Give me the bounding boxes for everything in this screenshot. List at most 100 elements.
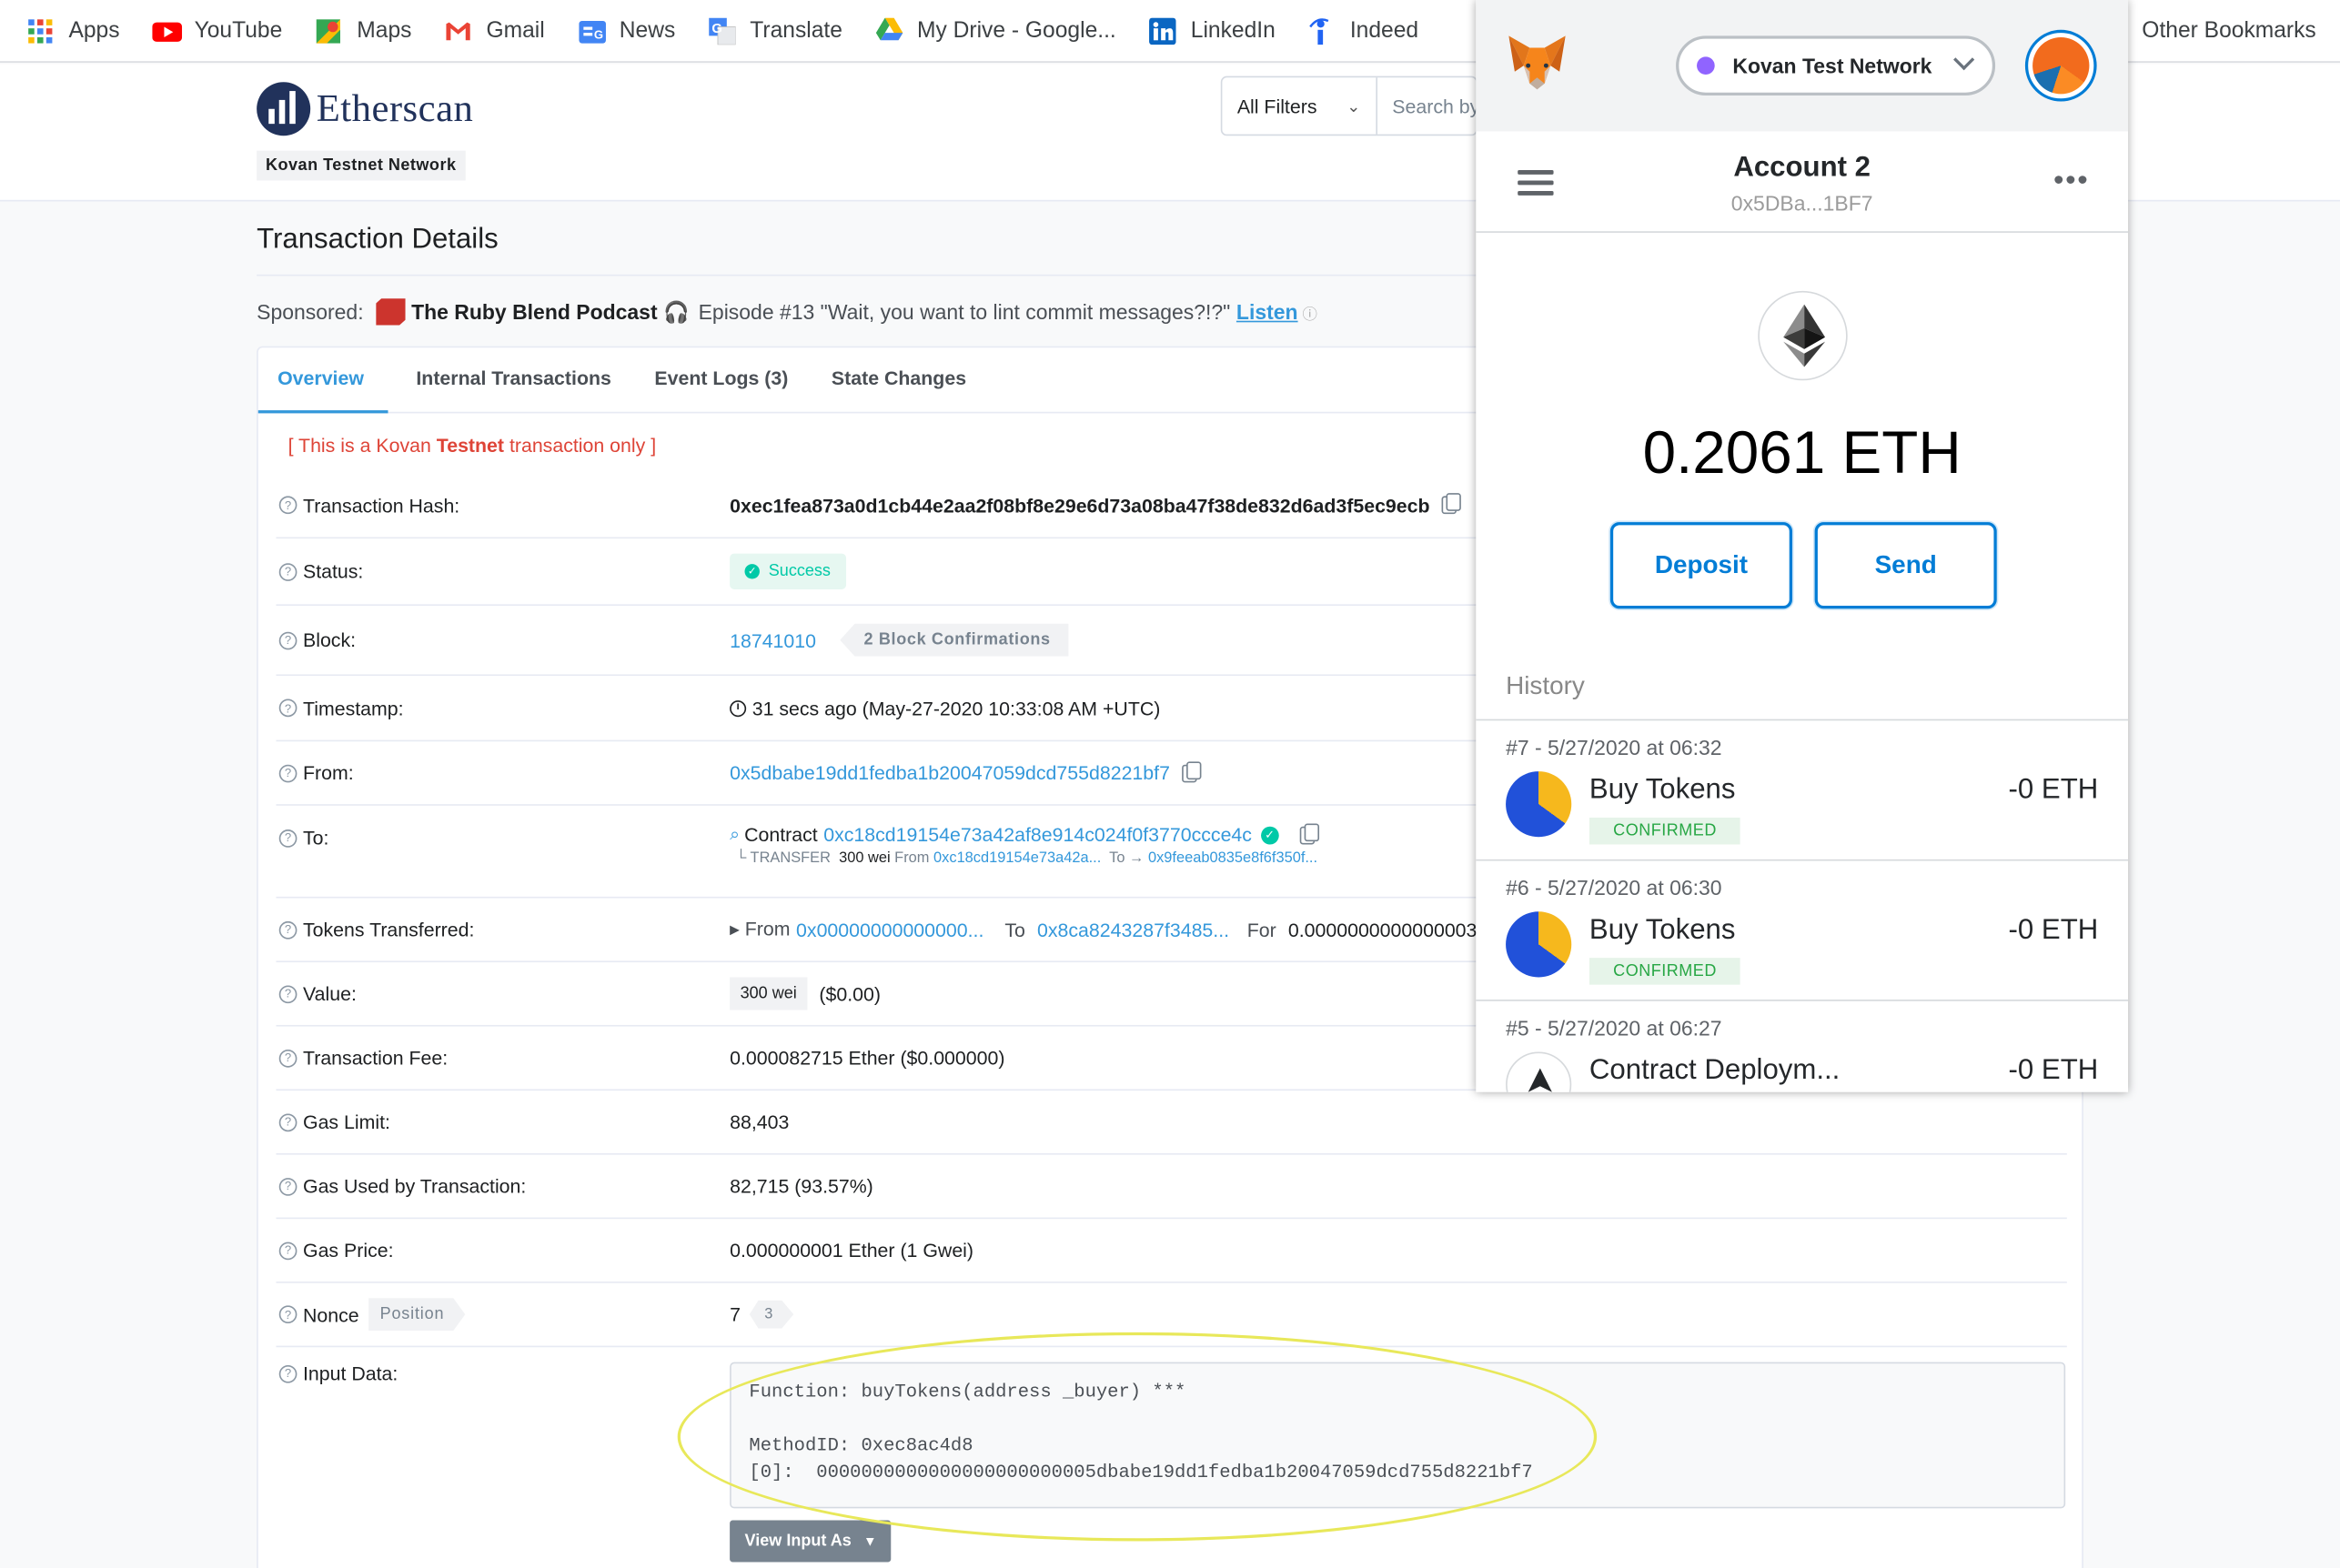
transfer-from-link[interactable]: 0xc18cd19154e73a42a... xyxy=(933,850,1101,867)
input-data-textarea[interactable]: Function: buyTokens(address _buyer) *** … xyxy=(730,1362,2066,1509)
tokens-to-label: To xyxy=(1004,918,1025,941)
help-icon[interactable]: ? xyxy=(278,562,298,581)
help-icon[interactable]: ? xyxy=(278,496,298,515)
history-item[interactable]: #6 - 5/27/2020 at 06:30 Buy Tokens CONFI… xyxy=(1476,860,2129,1001)
tx-title: Contract Deploym... xyxy=(1589,1054,1841,1087)
token-icon xyxy=(1506,771,1572,838)
tab-overview[interactable]: Overview xyxy=(257,347,388,414)
page-title: Transaction Details xyxy=(257,224,499,256)
from-address-link[interactable]: 0x5dbabe19dd1fedba1b20047059dcd755d8221b… xyxy=(730,761,1170,784)
drive-icon xyxy=(875,16,903,45)
help-icon[interactable]: ? xyxy=(278,763,298,782)
tx-title: Buy Tokens xyxy=(1589,774,1736,806)
bookmark-gmail[interactable]: Gmail xyxy=(445,17,545,45)
tokens-for-label: For xyxy=(1246,918,1276,941)
account-name[interactable]: Account 2 xyxy=(1476,152,2128,185)
metamask-popup: Kovan Test Network Account 2 0x5DBa...1B… xyxy=(1476,0,2129,1092)
send-button[interactable]: Send xyxy=(1814,522,1997,609)
tokens-from-label: ▸ From xyxy=(730,917,791,940)
help-icon[interactable]: ? xyxy=(278,829,298,847)
network-selector[interactable]: Kovan Test Network xyxy=(1676,35,1996,95)
copy-icon[interactable] xyxy=(1182,760,1202,782)
deposit-button[interactable]: Deposit xyxy=(1609,522,1793,609)
bookmark-label: Apps xyxy=(68,17,120,44)
bookmark-drive[interactable]: My Drive - Google... xyxy=(875,16,1116,45)
tx-amount: -0 ETH xyxy=(2008,914,2099,947)
account-avatar[interactable] xyxy=(2024,29,2097,102)
sponsor-text: Episode #13 "Wait, you want to lint comm… xyxy=(698,299,1231,324)
help-icon[interactable]: ? xyxy=(278,920,298,939)
row-label: Transaction Hash: xyxy=(302,493,460,517)
token-icon xyxy=(1506,911,1572,978)
to-prefix: Contract xyxy=(744,823,818,847)
search-input[interactable]: Search by xyxy=(1377,95,1476,117)
tab-internal-transactions[interactable]: Internal Transactions xyxy=(388,347,635,413)
history-item[interactable]: #7 - 5/27/2020 at 06:32 Buy Tokens CONFI… xyxy=(1476,720,2129,861)
svg-text:G: G xyxy=(711,21,721,35)
sponsor-listen-link[interactable]: Listen xyxy=(1236,300,1298,324)
tab-event-logs[interactable]: Event Logs (3) xyxy=(635,347,812,413)
bookmark-youtube[interactable]: YouTube xyxy=(152,17,283,45)
row-label: From: xyxy=(302,761,354,785)
help-icon[interactable]: ? xyxy=(278,1364,298,1382)
more-options-icon[interactable]: ••• xyxy=(2053,166,2089,196)
to-contract-link[interactable]: 0xc18cd19154e73a42af8e914c024f0f3770ccce… xyxy=(823,823,1252,846)
bookmark-news[interactable]: G News xyxy=(578,17,675,45)
help-icon[interactable]: ? xyxy=(278,1177,298,1195)
transfer-to-link[interactable]: 0x9feeab0835e8f6f350f... xyxy=(1148,850,1317,867)
tokens-from-link[interactable]: 0x00000000000000... xyxy=(796,919,983,941)
other-bookmarks[interactable]: Other Bookmarks xyxy=(2142,18,2315,44)
copy-icon[interactable] xyxy=(1299,822,1319,844)
status-badge: ✓ Success xyxy=(730,553,846,589)
help-icon[interactable]: ? xyxy=(278,630,298,649)
bookmark-linkedin[interactable]: LinkedIn xyxy=(1148,16,1276,45)
transfer-to-label: To → xyxy=(1109,850,1145,868)
testnet-note: [ This is a Kovan Testnet transaction on… xyxy=(287,434,657,457)
bookmark-label: Indeed xyxy=(1349,17,1419,44)
bookmark-apps[interactable]: Apps xyxy=(27,17,120,45)
row-label: Status: xyxy=(302,559,364,583)
etherscan-logo[interactable]: Etherscan xyxy=(257,82,473,136)
block-link[interactable]: 18741010 xyxy=(730,628,816,651)
verified-check-icon: ✓ xyxy=(1260,825,1279,844)
maps-icon xyxy=(315,17,342,45)
apps-grid-icon xyxy=(27,17,55,45)
help-icon[interactable]: ? xyxy=(278,984,298,1003)
tokens-to-link[interactable]: 0x8ca8243287f3485... xyxy=(1037,919,1229,941)
history-item[interactable]: #5 - 5/27/2020 at 06:27 Contract Deploym… xyxy=(1476,1001,2128,1092)
sponsor-name: The Ruby Blend Podcast xyxy=(411,299,658,324)
view-input-as-button[interactable]: View Input As ▼ xyxy=(730,1520,892,1563)
bookmark-label: My Drive - Google... xyxy=(916,17,1116,44)
tab-state-changes[interactable]: State Changes xyxy=(812,347,991,413)
filter-select[interactable]: All Filters ⌄ xyxy=(1222,77,1377,135)
help-icon[interactable]: ? xyxy=(278,1112,298,1131)
svg-text:G: G xyxy=(594,27,603,41)
contract-deploy-icon xyxy=(1506,1051,1572,1092)
row-label: Input Data: xyxy=(302,1362,398,1385)
transaction-fee: 0.000082715 Ether ($0.000000) xyxy=(730,1046,1005,1070)
info-icon[interactable]: ⓘ xyxy=(1302,301,1316,323)
help-icon[interactable]: ? xyxy=(278,1049,298,1067)
bookmark-label: LinkedIn xyxy=(1190,17,1276,44)
copy-icon[interactable] xyxy=(1441,493,1461,515)
check-icon: ✓ xyxy=(744,564,760,579)
value-wei: 300 wei xyxy=(730,977,808,1010)
internal-transfer-line: └ TRANSFER 300 wei From 0xc18cd19154e73a… xyxy=(730,850,1317,867)
bookmark-indeed[interactable]: Indeed xyxy=(1308,17,1418,45)
headphones-icon: 🎧 xyxy=(663,298,690,324)
tx-date: #6 - 5/27/2020 at 06:30 xyxy=(1506,875,1722,900)
bookmark-label: YouTube xyxy=(194,17,283,44)
row-label: Value: xyxy=(302,982,357,1005)
row-gas-limit: ? Gas Limit: 88,403 xyxy=(276,1091,2067,1155)
row-label: Tokens Transferred: xyxy=(302,918,475,941)
help-icon[interactable]: ? xyxy=(278,1305,298,1324)
account-address[interactable]: 0x5DBa...1BF7 xyxy=(1476,191,2128,215)
bookmark-maps[interactable]: Maps xyxy=(315,17,411,45)
tx-date: #5 - 5/27/2020 at 06:27 xyxy=(1506,1016,1722,1040)
chevron-down-icon: ⌄ xyxy=(1347,97,1361,116)
network-name: Kovan Test Network xyxy=(1732,54,1932,78)
bookmark-translate[interactable]: G Translate xyxy=(708,16,842,45)
help-icon[interactable]: ? xyxy=(278,699,298,718)
row-label: Block: xyxy=(302,628,357,652)
help-icon[interactable]: ? xyxy=(278,1241,298,1260)
